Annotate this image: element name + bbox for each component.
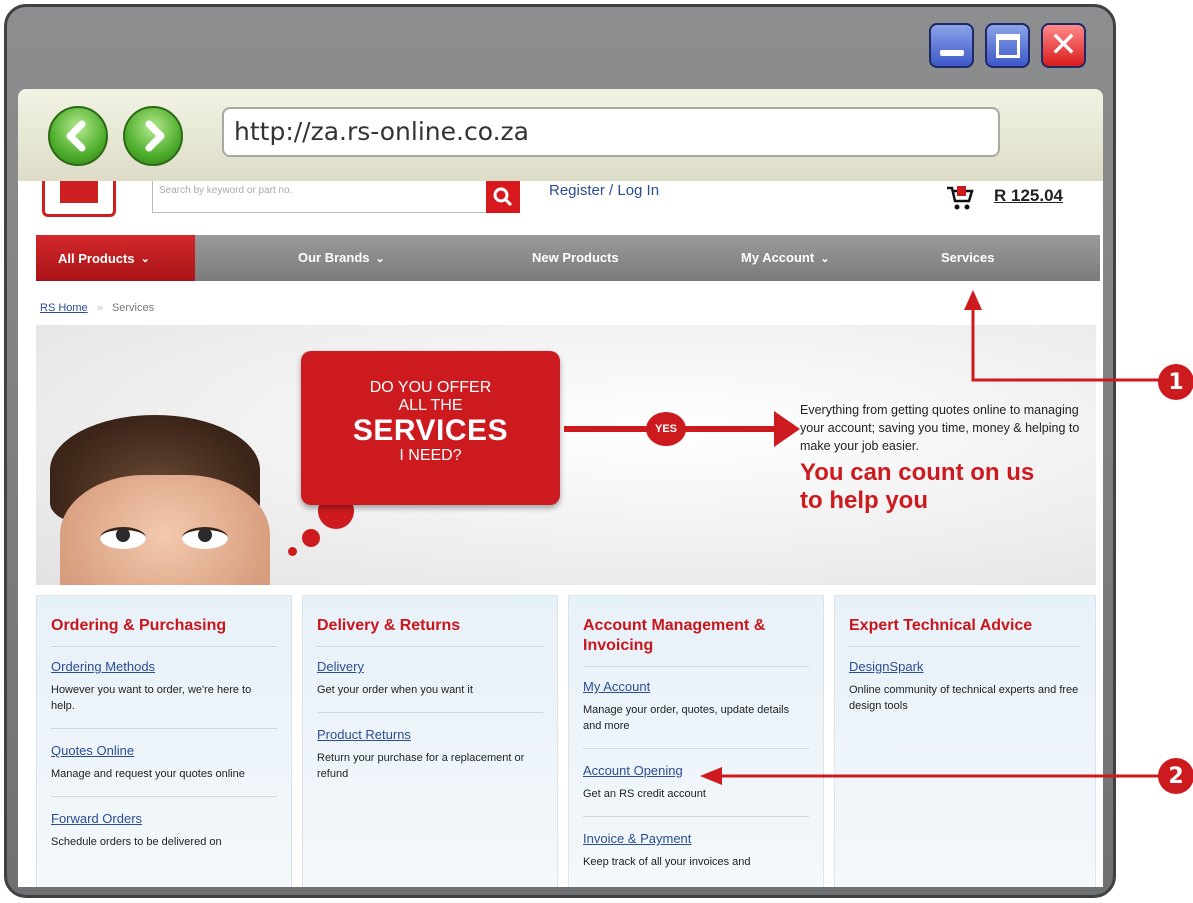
callout-arrows xyxy=(700,290,1166,785)
callout-badge-2: 2 xyxy=(1158,758,1193,794)
callout-badge-1: 1 xyxy=(1158,364,1193,400)
